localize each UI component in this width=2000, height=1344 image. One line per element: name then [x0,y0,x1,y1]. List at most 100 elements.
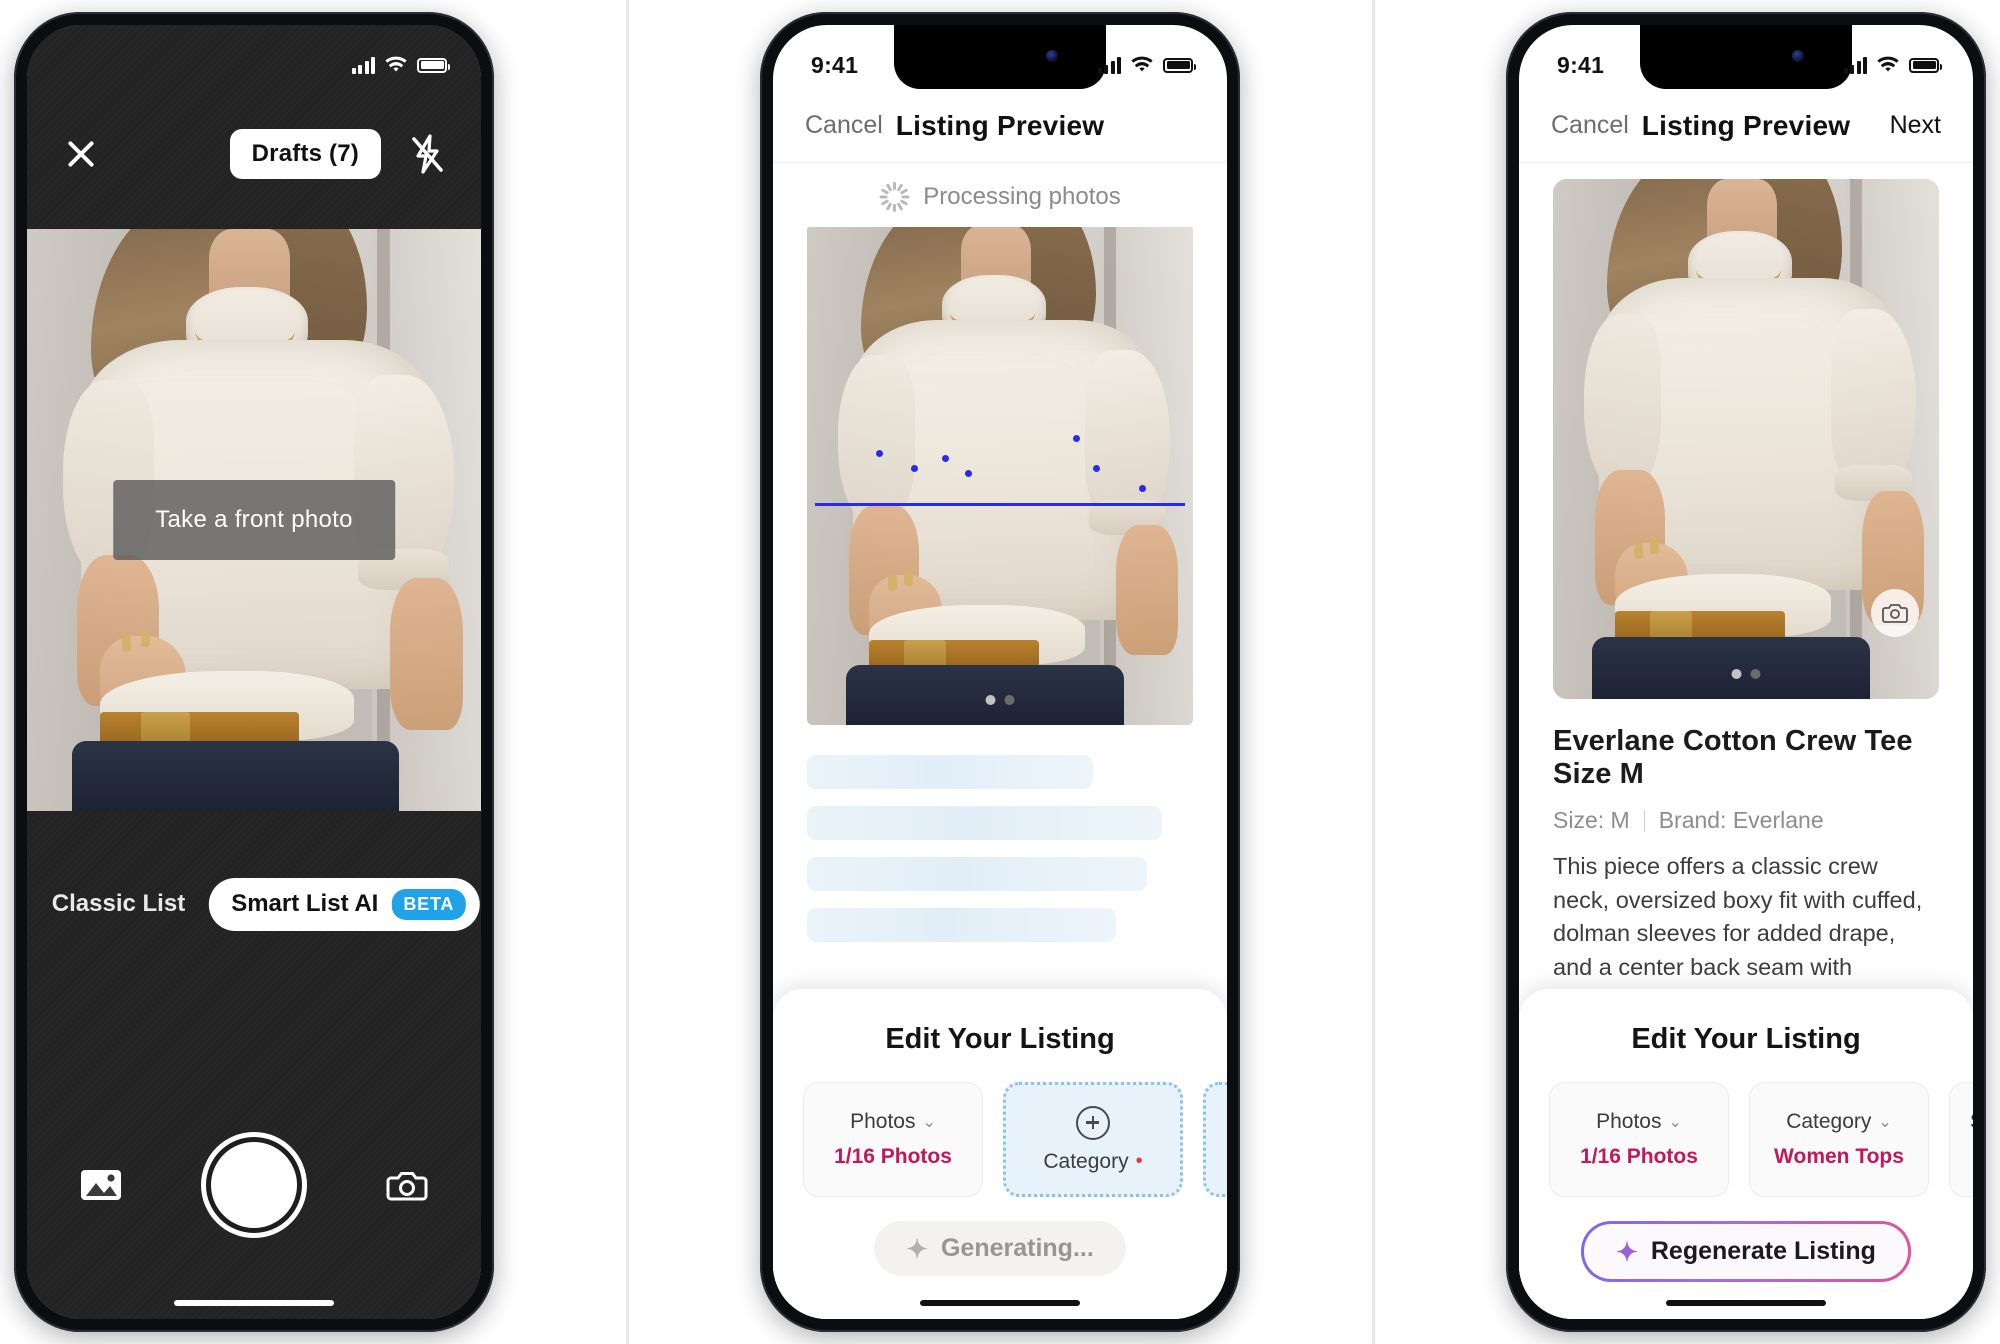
chip-category-value-3: Women Tops [1774,1144,1904,1168]
cta-row-3: ✦ Regenerate Listing [1519,1221,1973,1282]
chip-row-2[interactable]: Photos ⌄ 1/16 Photos Category • [773,1056,1227,1197]
status-icons-1 [351,56,450,74]
loading-spinner-icon [879,182,910,212]
chevron-down-icon: ⌄ [1878,1113,1892,1131]
nav-bar-2: Cancel Listing Preview [773,89,1227,163]
drafts-button[interactable]: Drafts (7) [229,129,381,179]
status-bar-2: 9:41 [773,25,1227,89]
flash-off-icon[interactable] [407,133,447,175]
regenerate-listing-button[interactable]: ✦ Regenerate Listing [1581,1221,1911,1282]
panel-divider-2 [1371,0,1375,1344]
chip-category-label-2: Category • [1043,1149,1143,1173]
chevron-down-icon: ⌄ [922,1113,936,1131]
mode-smart-list-label: Smart List AI [231,890,379,917]
loading-skeleton [773,725,1227,942]
cta-row-2: ✦ Generating... [773,1221,1227,1276]
camera-flip-icon[interactable] [385,1165,429,1205]
phone-1-screen: Drafts (7) Take a front photo Classic Li… [27,25,481,1319]
shutter-button[interactable] [206,1137,302,1233]
hero-photo-2 [807,225,1193,725]
signal-bars-icon [1843,56,1867,74]
status-bar-1 [27,25,481,89]
chip-subcategory-label-3: Subcategory ⌄ [1970,1110,1973,1134]
chip-photos-3[interactable]: Photos ⌄ 1/16 Photos [1549,1082,1729,1197]
close-icon[interactable] [61,134,101,174]
product-size: Size: M [1553,807,1630,833]
chip-subcategory-3[interactable]: Subcategory ⌄ Tees- Short.. [1949,1082,1973,1197]
signal-bars-icon [1097,56,1121,74]
product-brand: Brand: Everlane [1658,807,1824,833]
battery-icon [1163,57,1196,73]
panel-divider-1 [625,0,629,1344]
battery-icon [1909,57,1942,73]
camera-bottom-bar: Classic List Smart List AI BETA [27,811,481,1319]
signal-bars-icon [351,56,375,74]
chip-category-2[interactable]: Category • [1003,1082,1183,1197]
carousel-dots-2[interactable] [985,695,1015,705]
product-title: Everlane Cotton Crew Tee Size M [1553,725,1913,790]
sheet-title-3: Edit Your Listing [1631,1023,1861,1055]
status-time-2: 9:41 [811,51,859,78]
chip-photos-2[interactable]: Photos ⌄ 1/16 Photos [803,1082,983,1197]
status-icons-2 [1097,56,1196,74]
beta-badge: BETA [391,888,467,920]
status-time-3: 9:41 [1557,51,1605,78]
status-icons-3 [1843,56,1942,74]
mode-smart-list-ai[interactable]: Smart List AI BETA [209,877,481,931]
mode-classic-list[interactable]: Classic List [28,877,209,931]
cancel-button-2[interactable]: Cancel [805,111,891,140]
meta-divider [1643,809,1645,832]
wifi-icon [1877,56,1899,72]
listing-hero-image-3[interactable] [1553,179,1939,699]
sparkle-icon: ✦ [906,1233,928,1264]
chip-category-label-3: Category ⌄ [1786,1109,1892,1133]
screenshot-stage: Drafts (7) Take a front photo Classic Li… [0,0,2000,1344]
next-button-3[interactable]: Next [1855,111,1941,140]
phone-2-screen: 9:41 Cancel Listing Preview Processing p… [773,25,1227,1319]
camera-top-right: Drafts (7) [229,129,447,179]
plus-circle-icon [1076,1105,1110,1140]
phone-1-camera: Drafts (7) Take a front photo Classic Li… [14,12,494,1332]
camera-viewfinder[interactable]: Take a front photo [27,229,481,811]
product-meta: Size: M Brand: Everlane [1553,807,1939,834]
edit-listing-sheet-2: Edit Your Listing Photos ⌄ 1/16 Photos C… [773,989,1227,1319]
chip-subcategory-2[interactable]: Subcategory [1203,1082,1227,1197]
chip-photos-label-2: Photos ⌄ [850,1109,936,1133]
status-bar-3: 9:41 [1519,25,1973,89]
phone-2-processing: 9:41 Cancel Listing Preview Processing p… [760,12,1240,1332]
page-title-2: Listing Preview [895,109,1105,141]
camera-icon[interactable] [1871,589,1919,637]
chip-row-3[interactable]: Photos ⌄ 1/16 Photos Category ⌄ Women To… [1519,1056,1973,1197]
nav-bar-3: Cancel Listing Preview Next [1519,89,1973,163]
camera-hint-label: Take a front photo [113,480,395,560]
chip-category-3[interactable]: Category ⌄ Women Tops [1749,1082,1929,1197]
sparkle-icon: ✦ [1616,1236,1638,1267]
page-title-3: Listing Preview [1641,109,1851,141]
list-mode-toggle[interactable]: Classic List Smart List AI BETA [28,877,481,931]
chip-photos-value-2: 1/16 Photos [834,1144,952,1168]
generating-button: ✦ Generating... [874,1221,1126,1276]
photo-library-icon[interactable] [79,1165,123,1205]
battery-icon [417,57,450,73]
sheet-title-2: Edit Your Listing [885,1023,1115,1055]
camera-view: Drafts (7) Take a front photo Classic Li… [27,25,481,1319]
phone-3-screen: 9:41 Cancel Listing Preview Next Everlan… [1519,25,1973,1319]
chevron-down-icon: ⌄ [1668,1113,1682,1131]
processing-label: Processing photos [923,183,1121,210]
chip-photos-label-3: Photos ⌄ [1596,1109,1682,1133]
generating-label: Generating... [940,1234,1094,1262]
edit-listing-sheet-3: Edit Your Listing Photos ⌄ 1/16 Photos C… [1519,989,1973,1319]
wifi-icon [1131,56,1153,72]
wifi-icon [385,56,407,72]
home-indicator-1 [174,1300,334,1306]
camera-controls [27,1137,481,1233]
cancel-button-3[interactable]: Cancel [1551,111,1637,140]
required-indicator: • [1135,1150,1143,1172]
camera-top-bar: Drafts (7) [27,89,481,219]
carousel-dots-3[interactable] [1731,669,1761,679]
regenerate-label: Regenerate Listing [1650,1237,1876,1265]
home-indicator-2 [920,1300,1080,1306]
listing-hero-image-2[interactable] [807,225,1193,725]
home-indicator-3 [1666,1300,1826,1306]
processing-status: Processing photos [773,167,1227,227]
